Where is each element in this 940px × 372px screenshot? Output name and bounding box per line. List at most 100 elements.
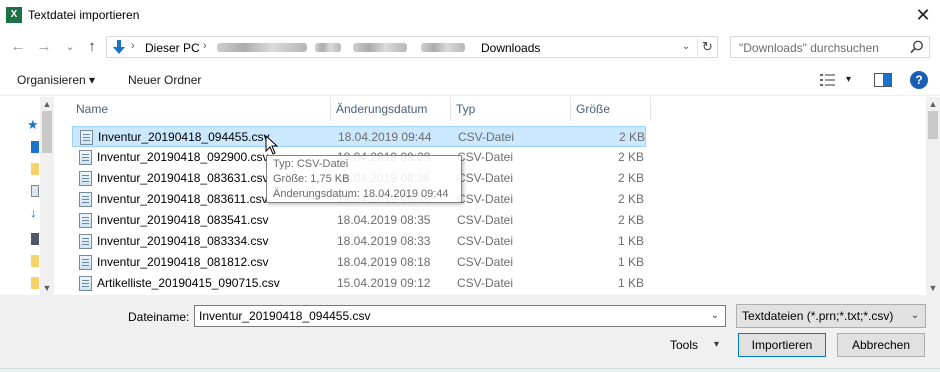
view-options-icon[interactable] xyxy=(820,74,836,86)
file-date: 18.04.2019 08:33 xyxy=(337,234,431,248)
filename-input[interactable]: Inventur_20190418_094455.csv ⌄ xyxy=(194,305,726,327)
file-type-filter-value[interactable]: Textdateien (*.prn;*.txt;*.csv) xyxy=(742,309,893,323)
quick-access-star-icon[interactable]: ★ xyxy=(27,117,39,133)
mouse-cursor-icon xyxy=(265,135,279,155)
file-row[interactable]: Artikelliste_20190415_090715.csv 15.04.20… xyxy=(72,273,646,294)
navigation-scrollbar[interactable]: ▲ ▼ xyxy=(40,97,54,295)
scrollbar-thumb[interactable] xyxy=(928,111,938,139)
scroll-down-arrow-icon[interactable]: ▼ xyxy=(926,281,940,295)
file-size: 2 KB xyxy=(617,213,644,227)
filename-value[interactable]: Inventur_20190418_094455.csv xyxy=(199,309,370,323)
tools-dropdown-icon[interactable]: ▾ xyxy=(714,339,719,350)
download-folder-icon xyxy=(113,40,125,54)
csv-file-icon xyxy=(79,276,92,291)
file-type: CSV-Datei xyxy=(457,213,514,227)
file-name: Inventur_20190418_081812.csv xyxy=(97,255,269,269)
refresh-button[interactable]: ↻ xyxy=(697,37,717,57)
file-type: CSV-Datei xyxy=(457,234,514,248)
filename-dropdown-button[interactable]: ⌄ xyxy=(705,306,725,326)
folder-icon[interactable] xyxy=(31,255,39,267)
search-placeholder: "Downloads" durchsuchen xyxy=(739,41,879,55)
forward-button[interactable]: → xyxy=(34,36,54,58)
preview-pane-icon[interactable] xyxy=(874,73,892,87)
organize-button[interactable]: Organisieren ▾ xyxy=(17,73,95,87)
file-name: Artikelliste_20190415_090715.csv xyxy=(97,276,280,290)
file-type: CSV-Datei xyxy=(457,171,514,185)
file-row[interactable]: Inventur_20190418_094455.csv 18.04.2019 0… xyxy=(72,126,646,147)
column-header-type[interactable]: Typ xyxy=(451,97,571,121)
redacted-path-segment xyxy=(315,43,341,52)
view-dropdown-button[interactable]: ▾ xyxy=(846,74,851,85)
tooltip-date: Änderungsdatum: 18.04.2019 09:44 xyxy=(273,188,449,200)
up-button[interactable]: ↑ xyxy=(82,36,102,58)
excel-icon: X xyxy=(6,7,22,23)
file-date: 18.04.2019 09:44 xyxy=(338,130,432,144)
scroll-up-arrow-icon[interactable]: ▲ xyxy=(926,97,940,111)
breadcrumb-downloads[interactable]: Downloads xyxy=(481,41,540,55)
file-type-filter-select[interactable]: Textdateien (*.prn;*.txt;*.csv) ⌄ xyxy=(736,304,926,328)
pictures-icon[interactable] xyxy=(31,233,39,245)
breadcrumb-separator[interactable]: › xyxy=(203,40,207,52)
file-type: CSV-Datei xyxy=(457,276,514,290)
redacted-path-segment xyxy=(421,43,465,52)
scroll-down-arrow-icon[interactable]: ▼ xyxy=(40,281,54,295)
documents-icon[interactable] xyxy=(31,185,39,197)
command-bar: Organisieren ▾ Neuer Ordner ▾ ? xyxy=(0,64,940,96)
file-list: Name Änderungsdatum Typ Größe Inventur_2… xyxy=(56,97,940,295)
breadcrumb-dieser-pc[interactable]: Dieser PC xyxy=(145,41,200,55)
file-size: 2 KB xyxy=(617,171,644,185)
help-button[interactable]: ? xyxy=(910,71,928,89)
folder-icon[interactable] xyxy=(31,163,39,175)
import-button[interactable]: Importieren xyxy=(738,333,826,357)
csv-file-icon xyxy=(79,234,92,249)
title-bar: X Textdatei importieren ✕ xyxy=(0,0,940,30)
csv-file-icon xyxy=(79,213,92,228)
file-size: 2 KB xyxy=(618,130,645,144)
folder-icon[interactable] xyxy=(31,277,39,289)
column-header-size[interactable]: Größe xyxy=(571,97,651,121)
search-input[interactable]: "Downloads" durchsuchen xyxy=(730,36,930,58)
navigation-pane: ★ ↓ ▲ ▼ xyxy=(0,97,56,295)
breadcrumb-separator[interactable]: › xyxy=(131,40,135,52)
file-name: Inventur_20190418_083541.csv xyxy=(97,213,269,227)
cancel-button[interactable]: Abbrechen xyxy=(837,333,925,357)
column-header-name[interactable]: Name xyxy=(71,97,331,121)
excel-status-strip xyxy=(0,368,940,372)
address-dropdown-button[interactable]: ⌄ xyxy=(677,37,695,57)
file-row[interactable]: Inventur_20190418_081812.csv 18.04.2019 0… xyxy=(72,252,646,273)
downloads-icon[interactable]: ↓ xyxy=(30,205,37,220)
file-type: CSV-Datei xyxy=(458,130,515,144)
csv-file-icon xyxy=(79,171,92,186)
back-button[interactable]: ← xyxy=(8,36,28,58)
file-list-scrollbar[interactable]: ▲ ▼ xyxy=(926,97,940,295)
redacted-path-segment xyxy=(353,43,407,52)
file-name: Inventur_20190418_083334.csv xyxy=(97,234,269,248)
column-header-date[interactable]: Änderungsdatum xyxy=(331,97,451,121)
file-type: CSV-Datei xyxy=(457,255,514,269)
file-date: 15.04.2019 09:12 xyxy=(337,276,431,290)
file-date: 18.04.2019 08:18 xyxy=(337,255,431,269)
file-info-tooltip: Typ: CSV-Datei Größe: 1,75 KB Änderungsd… xyxy=(266,155,462,203)
file-name: Inventur_20190418_083611.csv xyxy=(97,192,268,206)
scroll-up-arrow-icon[interactable]: ▲ xyxy=(40,97,54,111)
file-size: 1 KB xyxy=(617,276,644,290)
file-row[interactable]: Inventur_20190418_083541.csv 18.04.2019 0… xyxy=(72,210,646,231)
tools-menu-button[interactable]: Tools xyxy=(670,338,698,352)
window-title: Textdatei importieren xyxy=(28,8,140,22)
desktop-icon[interactable] xyxy=(31,141,39,153)
csv-file-icon xyxy=(79,192,92,207)
scrollbar-thumb[interactable] xyxy=(42,111,52,153)
file-dialog: { "window": { "title": "Textdatei import… xyxy=(0,0,940,372)
csv-file-icon xyxy=(79,150,92,165)
chevron-down-icon[interactable]: ⌄ xyxy=(907,307,923,325)
file-date: 18.04.2019 08:35 xyxy=(337,213,431,227)
address-bar[interactable]: › Dieser PC › Downloads ⌄ ↻ xyxy=(106,36,718,58)
file-size: 1 KB xyxy=(617,234,644,248)
search-icon[interactable] xyxy=(909,39,925,55)
recent-locations-button[interactable]: ⌄ xyxy=(60,36,80,58)
new-folder-button[interactable]: Neuer Ordner xyxy=(128,73,201,87)
close-button[interactable]: ✕ xyxy=(906,0,940,30)
file-size: 2 KB xyxy=(617,192,644,206)
file-row[interactable]: Inventur_20190418_083334.csv 18.04.2019 0… xyxy=(72,231,646,252)
file-name: Inventur_20190418_092900.csv xyxy=(97,150,269,164)
